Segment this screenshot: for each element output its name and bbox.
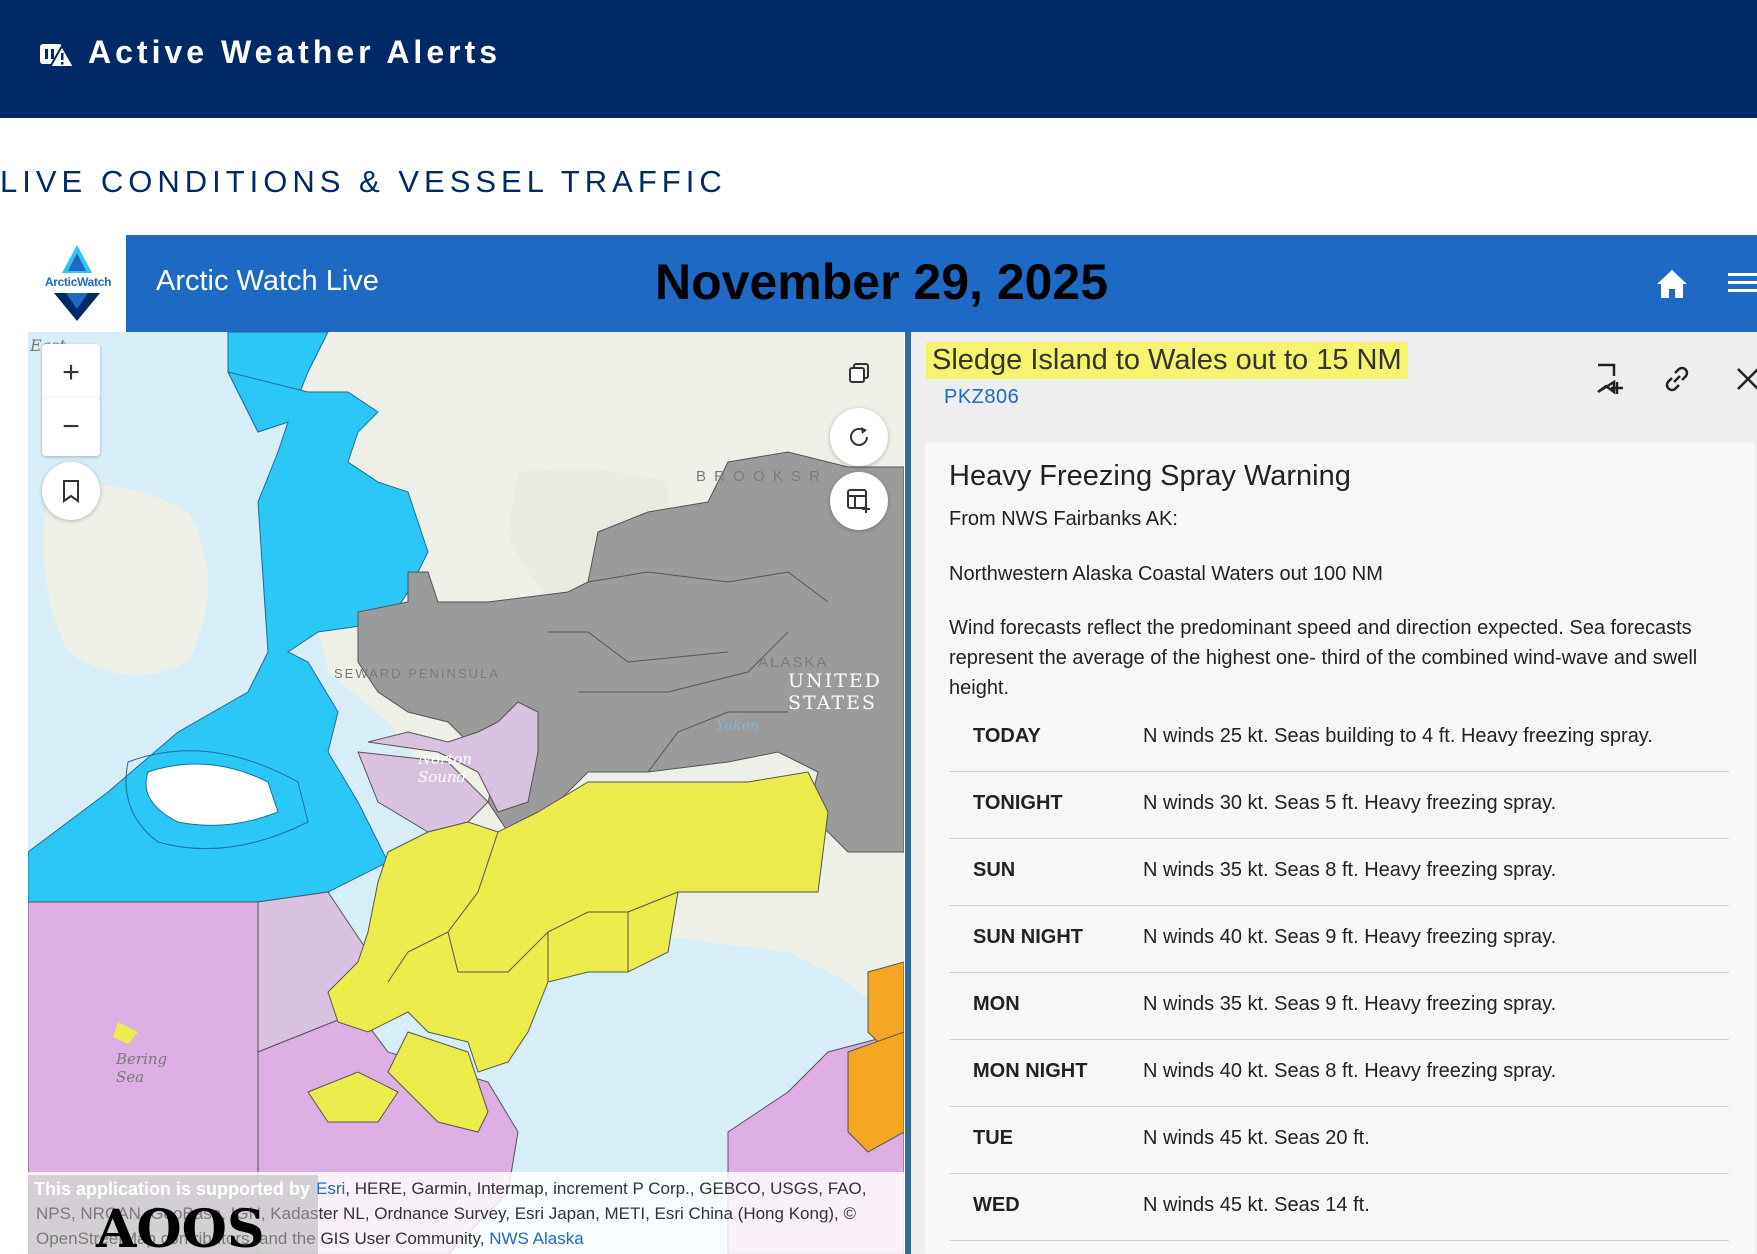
- bookmark-icon: [63, 480, 79, 503]
- forecast-text: N winds 40 kt. Seas 9 ft. Heavy freezing…: [1143, 926, 1557, 948]
- top-banner: Active Weather Alerts: [0, 0, 1757, 118]
- forecast-row: SUN N winds 35 kt. Seas 8 ft. Heavy free…: [949, 839, 1729, 906]
- forecast-day: SUN NIGHT: [973, 926, 1083, 948]
- arcticwatch-logo[interactable]: ArcticWatch: [28, 235, 126, 332]
- forecast-text: N winds 40 kt. Seas 8 ft. Heavy freezing…: [1143, 1060, 1557, 1082]
- forecast-row: SUN NIGHT N winds 40 kt. Seas 9 ft. Heav…: [949, 906, 1729, 973]
- add-table-button[interactable]: [830, 472, 888, 530]
- forecast-day: MON: [973, 993, 1020, 1015]
- map-label-yukon: Yukon: [716, 718, 759, 734]
- map-label-norton: Norton Sound: [418, 750, 473, 786]
- forecast-text: N winds 30 kt. Seas 5 ft. Heavy freezing…: [1143, 792, 1557, 814]
- alert-title: Heavy Freezing Spray Warning: [949, 460, 1351, 492]
- forecast-day: WED: [973, 1194, 1020, 1216]
- forecast-text: N winds 45 kt. Seas 14 ft.: [1143, 1194, 1370, 1216]
- map-label-seward: SEWARD PENINSULA: [334, 666, 500, 681]
- map-label-united-states: UNITED STATES: [788, 670, 882, 714]
- forecast-text: N winds 35 kt. Seas 9 ft. Heavy freezing…: [1143, 993, 1557, 1015]
- aoos-support-badge[interactable]: This application is supported by AOOS: [28, 1175, 318, 1254]
- alert-source: From NWS Fairbanks AK:: [949, 508, 1178, 530]
- app-bar: ArcticWatch Arctic Watch Live November 2…: [28, 235, 1757, 332]
- arctic-watch-app: ArcticWatch Arctic Watch Live November 2…: [28, 235, 1757, 1254]
- map-label-alaska: ALASKA: [758, 654, 829, 671]
- copy-icon: [849, 363, 869, 383]
- forecast-row: TONIGHT N winds 30 kt. Seas 5 ft. Heavy …: [949, 772, 1729, 839]
- map-label-bering: Bering Sea: [116, 1050, 168, 1086]
- forecast-row: TUE N winds 45 kt. Seas 20 ft.: [949, 1107, 1729, 1174]
- forecast-table: TODAY N winds 25 kt. Seas building to 4 …: [949, 705, 1729, 1241]
- section-heading: LIVE CONDITIONS & VESSEL TRAFFIC: [0, 164, 727, 199]
- add-table-icon: [847, 489, 870, 513]
- forecast-row: WED N winds 45 kt. Seas 14 ft.: [949, 1174, 1729, 1241]
- zoom-in-button[interactable]: +: [42, 344, 100, 402]
- app-title: Arctic Watch Live: [156, 265, 379, 297]
- forecast-day: SUN: [973, 859, 1016, 881]
- add-bookmark-icon[interactable]: [1591, 362, 1625, 396]
- forecast-day: MON NIGHT: [973, 1060, 1088, 1082]
- esri-link[interactable]: Esri: [316, 1179, 345, 1198]
- forecast-row: TODAY N winds 25 kt. Seas building to 4 …: [949, 705, 1729, 772]
- zone-title: Sledge Island to Wales out to 15 NM: [926, 342, 1408, 379]
- forecast-day: TUE: [973, 1127, 1013, 1149]
- bookmark-button[interactable]: [42, 462, 100, 520]
- link-icon[interactable]: [1660, 362, 1694, 396]
- forecast-row: MON N winds 35 kt. Seas 9 ft. Heavy free…: [949, 973, 1729, 1040]
- forecast-text: N winds 25 kt. Seas building to 4 ft. He…: [1143, 725, 1653, 747]
- aoos-logo: AOOS: [96, 1199, 265, 1254]
- close-icon[interactable]: [1731, 362, 1757, 396]
- forecast-text: N winds 45 kt. Seas 20 ft.: [1143, 1127, 1370, 1149]
- weather-alert-icon: [40, 43, 76, 68]
- banner-title: Active Weather Alerts: [88, 34, 502, 70]
- copy-button[interactable]: [830, 344, 888, 402]
- map-label-brooks: B R O O K S R: [696, 468, 823, 485]
- alert-note: Wind forecasts reflect the predominant s…: [949, 617, 1698, 699]
- date-overlay: November 29, 2025: [655, 254, 1109, 310]
- alert-map[interactable]: East SEWARD PENINSULA Norton Sound B R O…: [28, 332, 904, 1254]
- forecast-day: TONIGHT: [973, 792, 1063, 814]
- alert-card: Heavy Freezing Spray Warning From NWS Fa…: [925, 442, 1755, 1254]
- home-icon[interactable]: [1653, 265, 1691, 303]
- zoom-out-button[interactable]: −: [42, 398, 100, 456]
- alert-details-panel: Sledge Island to Wales out to 15 NM PKZ8…: [911, 332, 1757, 1254]
- forecast-row: MON NIGHT N winds 40 kt. Seas 8 ft. Heav…: [949, 1040, 1729, 1107]
- alert-area: Northwestern Alaska Coastal Waters out 1…: [949, 563, 1383, 585]
- support-text: This application is supported by: [34, 1179, 311, 1199]
- refresh-icon: [850, 427, 868, 446]
- zone-code: PKZ806: [944, 386, 1020, 408]
- forecast-text: N winds 35 kt. Seas 8 ft. Heavy freezing…: [1143, 859, 1557, 881]
- forecast-day: TODAY: [973, 725, 1041, 747]
- logo-text: ArcticWatch: [44, 275, 112, 289]
- nws-alaska-link[interactable]: NWS Alaska: [489, 1229, 583, 1248]
- refresh-button[interactable]: [830, 408, 888, 466]
- menu-icon[interactable]: [1728, 268, 1757, 298]
